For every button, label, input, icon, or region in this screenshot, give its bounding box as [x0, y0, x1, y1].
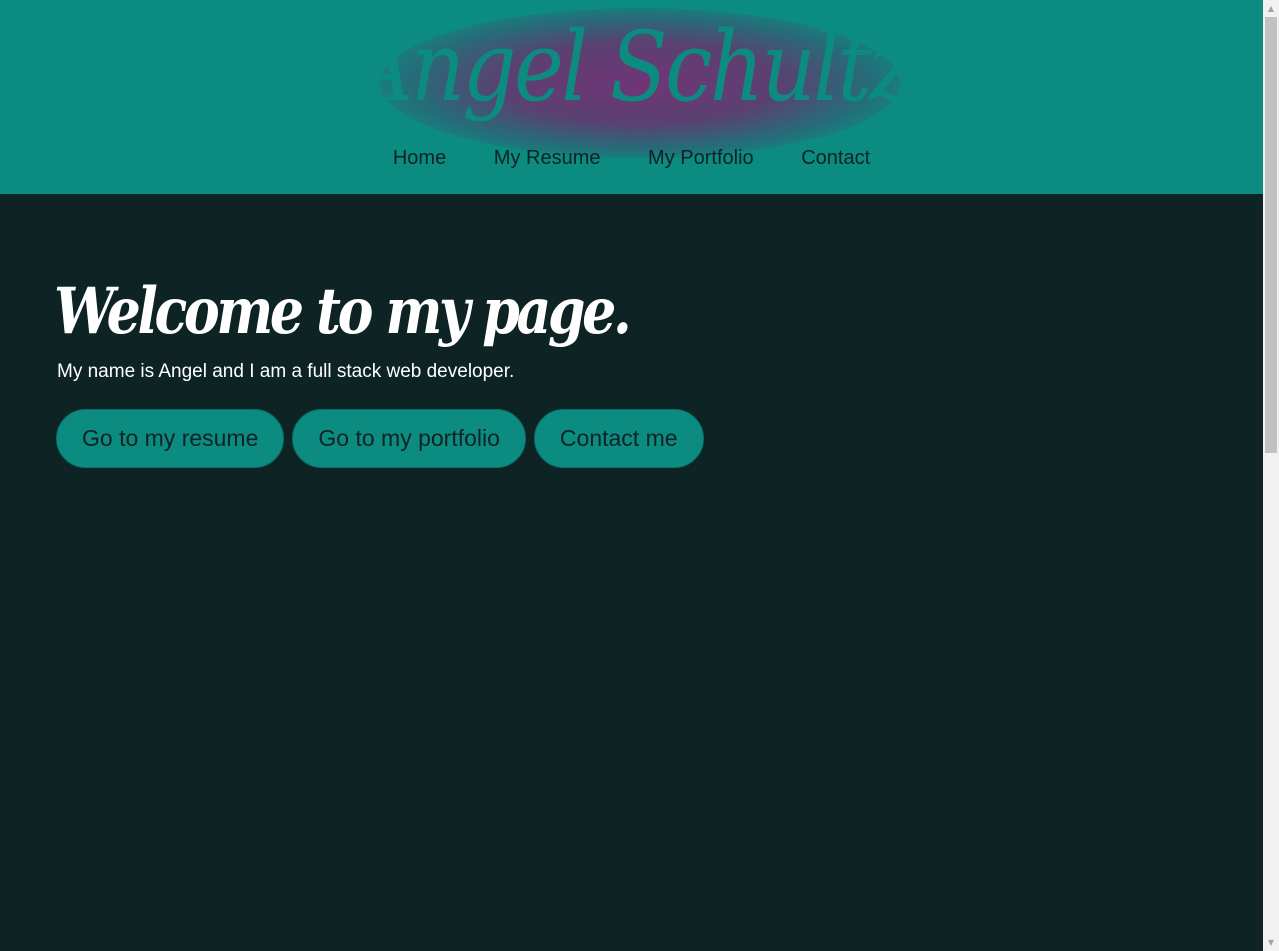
- vertical-scrollbar[interactable]: ▲ ▼: [1263, 0, 1279, 951]
- scroll-down-icon[interactable]: ▼: [1263, 934, 1279, 951]
- contact-button[interactable]: Contact me: [533, 409, 704, 468]
- site-title: Angel Schultz: [352, 11, 913, 123]
- page: Angel Schultz Home My Resume My Portfoli…: [0, 0, 1263, 951]
- browser-viewport: Angel Schultz Home My Resume My Portfoli…: [0, 0, 1279, 951]
- nav-contact[interactable]: Contact: [801, 142, 870, 174]
- nav-portfolio[interactable]: My Portfolio: [648, 142, 754, 174]
- site-header: Angel Schultz Home My Resume My Portfoli…: [0, 0, 1263, 194]
- scrollbar-thumb[interactable]: [1265, 17, 1277, 453]
- resume-button[interactable]: Go to my resume: [56, 409, 285, 468]
- scroll-up-icon[interactable]: ▲: [1263, 0, 1279, 17]
- intro-text: My name is Angel and I am a full stack w…: [57, 361, 515, 382]
- nav-resume[interactable]: My Resume: [494, 142, 601, 174]
- nav-home[interactable]: Home: [393, 142, 446, 174]
- portfolio-button[interactable]: Go to my portfolio: [292, 409, 526, 468]
- main-nav: Home My Resume My Portfolio Contact: [0, 142, 1263, 174]
- welcome-heading: Welcome to my page.: [54, 274, 632, 349]
- cta-buttons: Go to my resume Go to my portfolio Conta…: [56, 409, 704, 468]
